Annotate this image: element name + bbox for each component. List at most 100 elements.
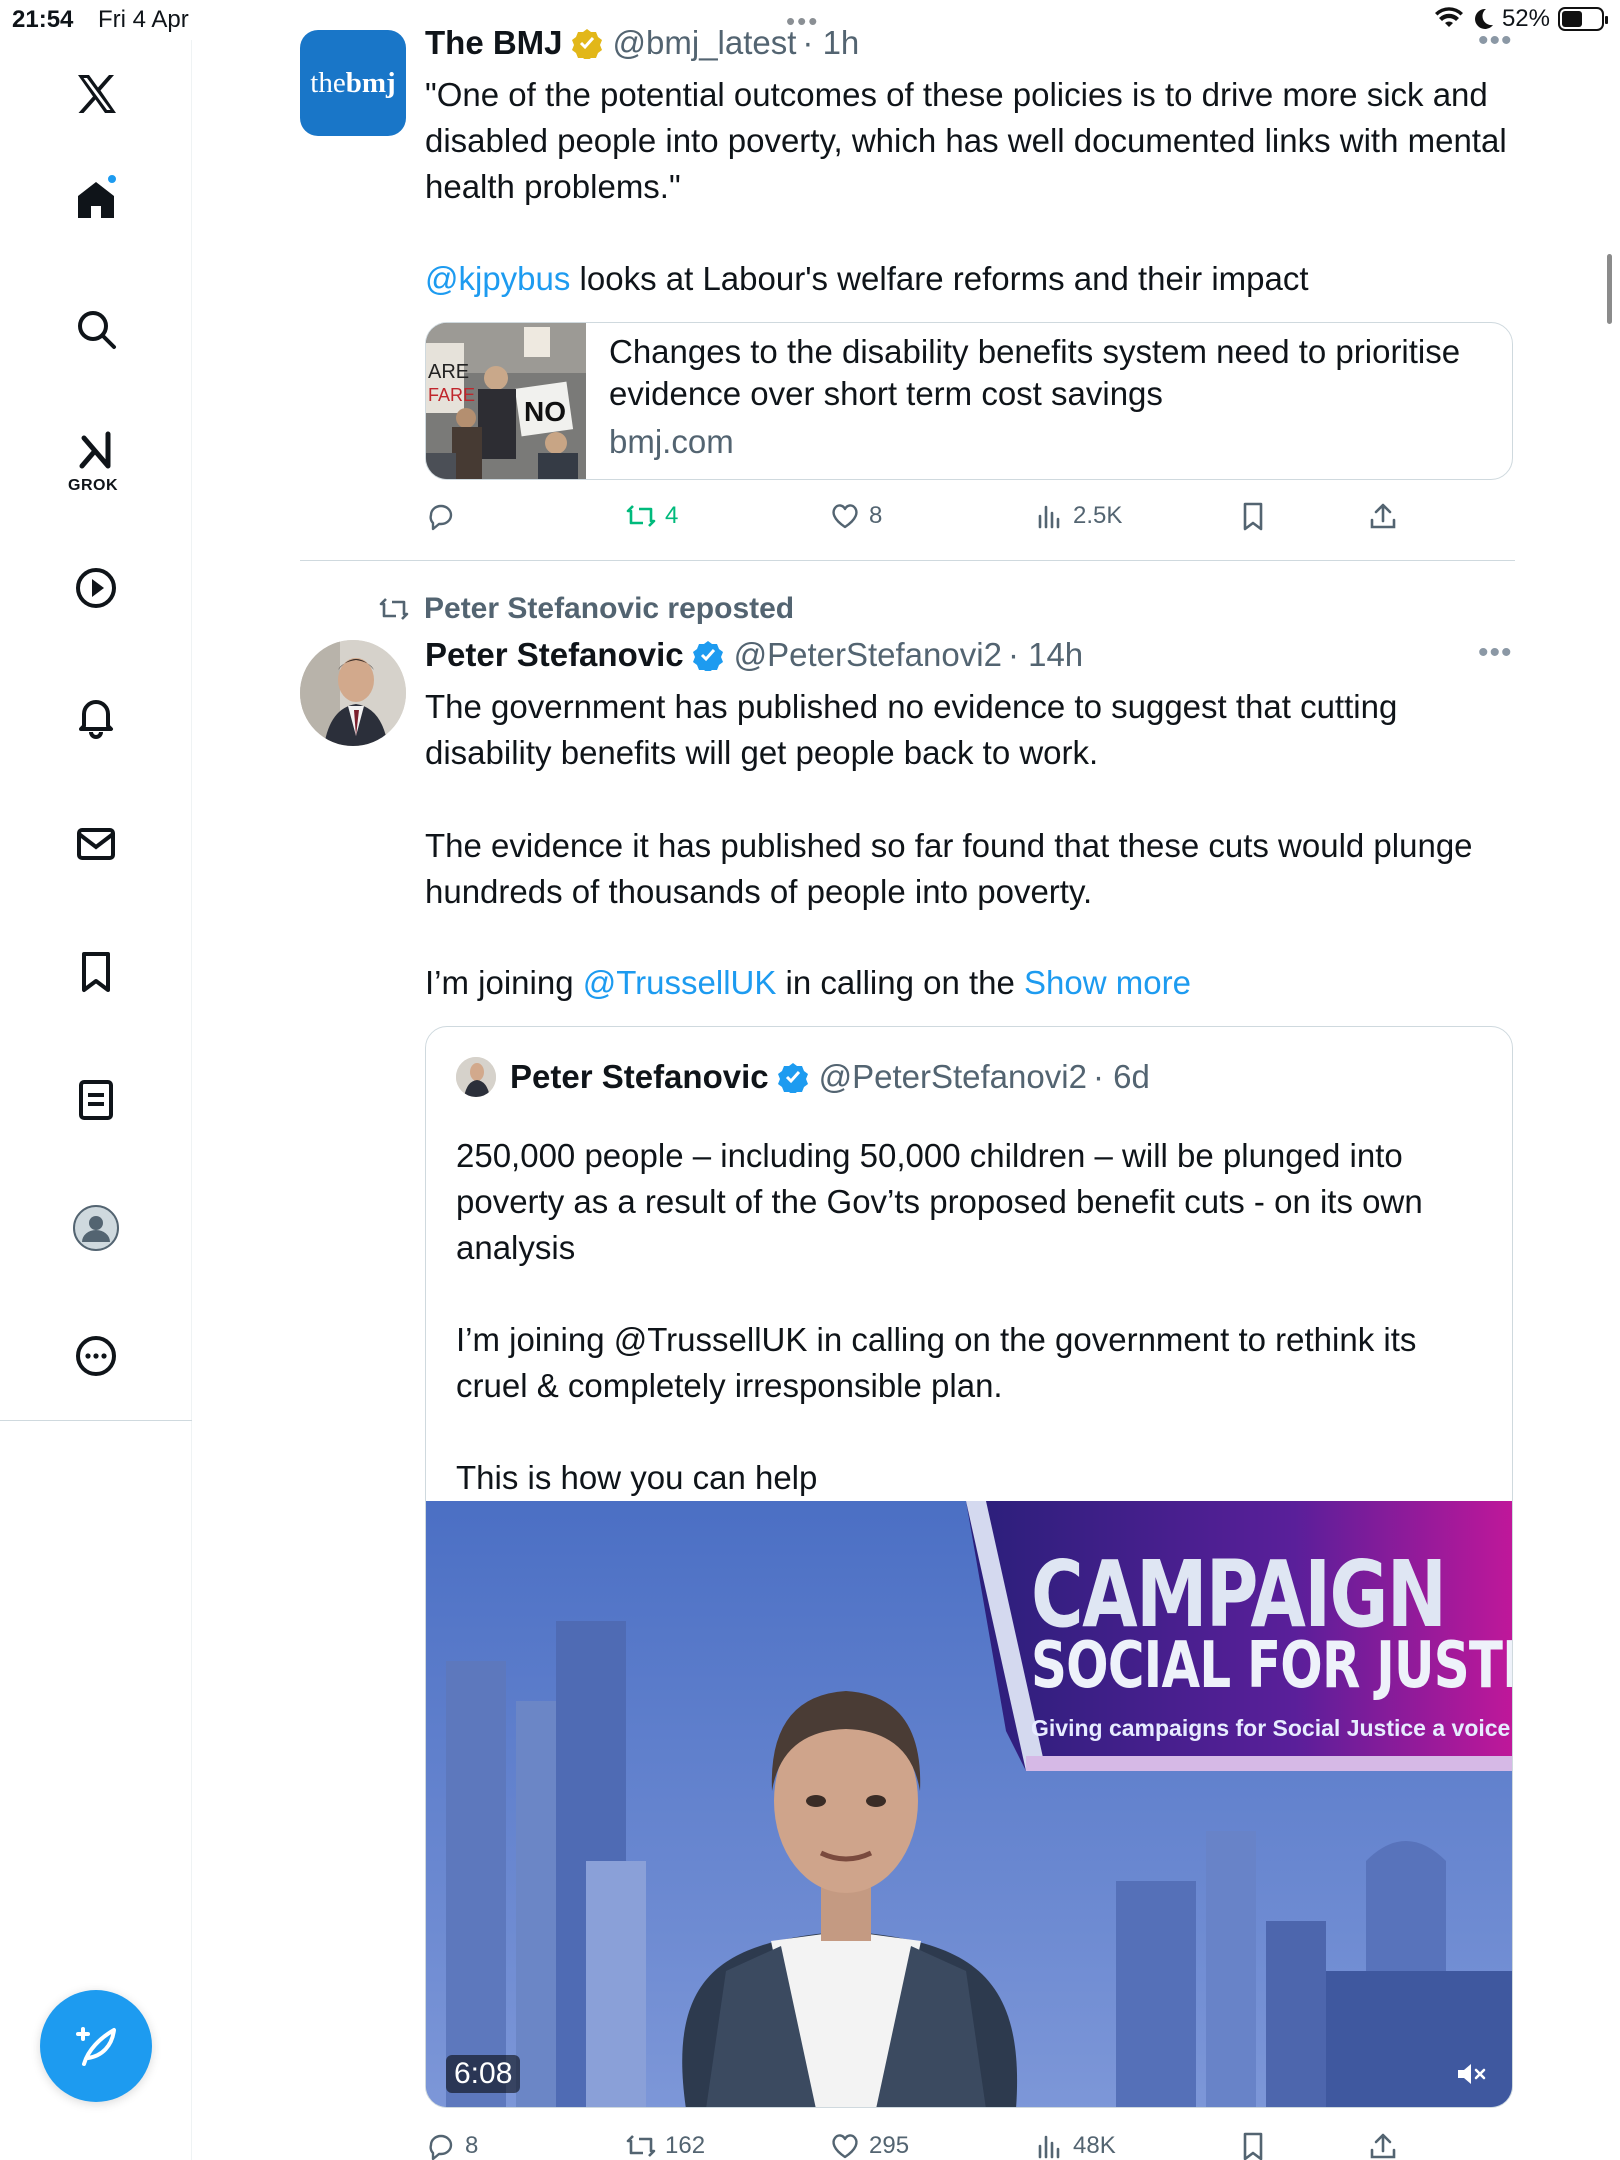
more-icon[interactable] — [66, 1326, 126, 1386]
author-avatar[interactable] — [300, 640, 406, 746]
views-icon — [1038, 2135, 1060, 2159]
wifi-icon — [1434, 7, 1463, 27]
mention-link[interactable]: @kjpybus — [425, 260, 570, 297]
scrollbar[interactable] — [1607, 254, 1612, 324]
bmj-logo-bmj: bmj — [345, 66, 396, 99]
mute-icon[interactable] — [1454, 2057, 1488, 2091]
tweet-more-icon[interactable]: ••• — [1478, 24, 1513, 58]
messages-icon[interactable] — [66, 814, 126, 874]
grok-label: GROK — [68, 477, 118, 494]
verified-badge-icon — [777, 1063, 808, 1093]
video-icon[interactable] — [66, 558, 126, 618]
notifications-icon[interactable] — [66, 686, 126, 746]
quoted-author-handle: @PeterStefanovi2 — [818, 1058, 1087, 1095]
tweet-text-start: I’m joining — [425, 964, 583, 1001]
lists-icon[interactable] — [66, 1070, 126, 1130]
author-name[interactable]: Peter Stefanovic — [425, 636, 684, 674]
tweet-text: "One of the potential outcomes of these … — [425, 76, 1507, 205]
like-button[interactable]: 8 — [829, 500, 882, 532]
tweet-time[interactable]: · 1h — [802, 24, 859, 62]
author-handle[interactable]: @bmj_latest — [613, 24, 797, 62]
battery-icon — [1558, 7, 1608, 31]
like-count: 8 — [869, 502, 883, 529]
quoted-tweet[interactable]: Peter Stefanovic @PeterStefanovi2 · 6d 2… — [425, 1026, 1513, 2108]
reply-button[interactable] — [425, 500, 465, 532]
link-card-thumbnail: ARE FARE NO — [426, 323, 586, 479]
gold-verified-badge-icon — [571, 29, 602, 59]
x-logo-icon[interactable] — [66, 64, 126, 124]
share-button[interactable] — [1367, 2130, 1399, 2160]
search-icon[interactable] — [66, 299, 126, 359]
repost-indicator[interactable]: Peter Stefanovic reposted — [378, 592, 794, 626]
views-count: 2.5K — [1073, 502, 1123, 529]
reply-count: 8 — [465, 2132, 479, 2159]
views-icon — [1038, 505, 1060, 529]
svg-text:ARE: ARE — [428, 361, 469, 383]
link-card-domain: bmj.com — [609, 423, 734, 460]
status-right: 52% — [1434, 5, 1608, 33]
sidebar-divider — [0, 1420, 192, 1421]
like-button[interactable]: 295 — [829, 2130, 909, 2160]
bmj-logo-the: the — [310, 66, 346, 99]
quoted-tweet-text: 250,000 people – including 50,000 childr… — [456, 1133, 1486, 1501]
repost-button[interactable]: 4 — [625, 500, 678, 532]
bookmarks-icon[interactable] — [66, 942, 126, 1002]
like-count: 295 — [869, 2132, 910, 2159]
author-handle[interactable]: @PeterStefanovi2 — [734, 636, 1002, 674]
like-icon — [832, 2134, 858, 2159]
tweet-more-icon[interactable]: ••• — [1478, 636, 1513, 670]
like-icon — [832, 504, 858, 529]
tweet-header: The BMJ @bmj_latest · 1h — [425, 24, 859, 62]
mention-link[interactable]: @TrussellUK — [583, 964, 777, 1001]
tweet-text-rest: looks at Labour's welfare reforms and th… — [570, 260, 1309, 297]
tweet-actions: 4 8 2.5K — [425, 500, 1515, 540]
grok-icon[interactable] — [66, 420, 126, 480]
verified-badge-icon — [692, 641, 723, 671]
status-time: 21:54 — [12, 6, 74, 33]
compose-icon — [76, 2027, 116, 2066]
profile-icon[interactable] — [66, 1198, 126, 1258]
repost-button[interactable]: 162 — [625, 2130, 705, 2160]
repost-icon — [626, 2135, 656, 2157]
compose-button[interactable] — [40, 1990, 152, 2102]
show-more-link[interactable]: Show more — [1024, 964, 1191, 1001]
views-button[interactable]: 48K — [1033, 2130, 1116, 2160]
link-card-title: Changes to the disability benefits syste… — [609, 333, 1461, 412]
tweet-text-end: in calling on the — [776, 964, 1025, 1001]
quoted-paragraph-2: I’m joining @TrussellUK in calling on th… — [456, 1321, 1417, 1404]
tweet-paragraph-3: I’m joining @TrussellUK in calling on th… — [425, 960, 1515, 1006]
quoted-tweet-time: · 6d — [1092, 1058, 1150, 1095]
share-button[interactable] — [1367, 500, 1399, 532]
reply-icon — [429, 504, 453, 531]
svg-text:FARE: FARE — [428, 385, 475, 405]
sidebar: GROK — [0, 40, 192, 2160]
status-date: Fri 4 Apr — [98, 6, 189, 33]
banner-subtitle: Giving campaigns for Social Justice a vo… — [1031, 1715, 1511, 1741]
banner-line2: SOCIAL FOR JUSTICE — [1031, 1629, 1512, 1703]
tweet-paragraph-2: The evidence it has published so far fou… — [425, 827, 1473, 910]
bookmark-button[interactable] — [1237, 2130, 1269, 2160]
share-icon — [1370, 503, 1396, 529]
tweet-time[interactable]: · 14h — [1008, 636, 1083, 674]
quoted-author-avatar — [456, 1057, 496, 1097]
bmj-avatar[interactable]: the bmj — [300, 30, 406, 136]
bookmark-icon — [1243, 502, 1263, 531]
reply-button[interactable]: 8 — [425, 2130, 478, 2160]
views-count: 48K — [1073, 2132, 1116, 2159]
tweet-separator — [300, 560, 1515, 561]
author-name[interactable]: The BMJ — [425, 24, 563, 62]
views-button[interactable]: 2.5K — [1033, 500, 1122, 532]
quoted-paragraph-1: 250,000 people – including 50,000 childr… — [456, 1137, 1423, 1266]
repost-count: 4 — [665, 502, 679, 529]
repost-icon — [626, 505, 656, 527]
quoted-paragraph-3: This is how you can help — [456, 1459, 818, 1496]
bookmark-button[interactable] — [1237, 500, 1269, 532]
quoted-author-name: Peter Stefanovic — [510, 1058, 769, 1095]
reply-icon — [429, 2134, 453, 2160]
tweet-paragraph-1: The government has published no evidence… — [425, 688, 1398, 771]
quoted-tweet-header: Peter Stefanovic @PeterStefanovi2 · 6d — [456, 1057, 1150, 1097]
video-player[interactable]: CAMPAIGN SOCIAL FOR JUSTICE Giving campa… — [426, 1501, 1512, 2107]
link-card[interactable]: ARE FARE NO Changes to the disability be… — [425, 322, 1513, 480]
repost-by: Peter Stefanovic reposted — [424, 592, 795, 625]
home-notification-dot — [106, 173, 118, 185]
